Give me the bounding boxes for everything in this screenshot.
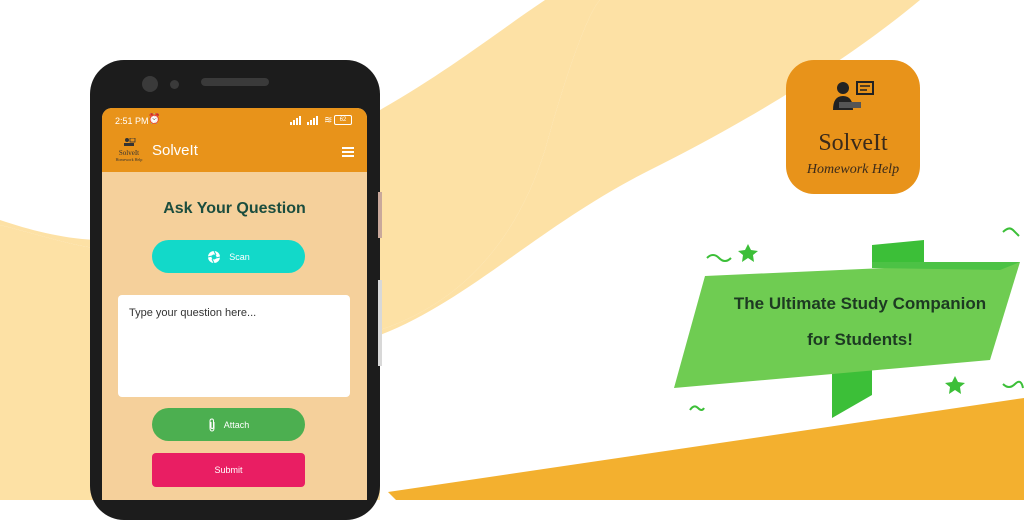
scan-button[interactable]: Scan <box>152 240 305 273</box>
submit-button-label: Submit <box>214 465 243 475</box>
tagline-line-1: The Ultimate Study Companion <box>733 294 987 313</box>
sensor <box>170 80 179 89</box>
tagline-line-2: for Students! <box>807 330 913 349</box>
paperclip-icon <box>209 417 215 432</box>
signal-indicators: ≋ <box>290 115 333 126</box>
app-logo: SolveIt Homework Help <box>114 137 144 168</box>
question-input[interactable]: Type your question here... <box>118 295 350 397</box>
status-time: 2:51 PM <box>115 116 149 126</box>
front-camera <box>142 76 158 92</box>
phone-screen: 2:51 PM ⏰ ≋ 62 SolveIt Homework Help Sol… <box>102 108 367 500</box>
tagline-banner: The Ultimate Study Companion for Student… <box>705 286 1015 358</box>
app-logo-subtitle: Homework Help <box>115 157 143 162</box>
attach-button[interactable]: Attach <box>152 408 305 441</box>
student-laptop-icon <box>833 81 874 110</box>
student-laptop-icon <box>124 137 136 146</box>
power-button <box>378 192 382 238</box>
status-bar: 2:51 PM ⏰ ≋ 62 <box>102 108 367 132</box>
battery-icon: 62 <box>334 115 352 125</box>
app-icon-subtitle: Homework Help <box>806 162 900 177</box>
app-title: SolveIt <box>152 142 198 159</box>
app-store-icon: SolveIt Homework Help <box>786 60 920 194</box>
app-bar: SolveIt Homework Help SolveIt <box>102 132 367 172</box>
hamburger-menu-icon[interactable] <box>342 147 354 159</box>
alarm-clock-icon: ⏰ <box>148 114 161 125</box>
page-title: Ask Your Question <box>163 200 306 217</box>
submit-button[interactable]: Submit <box>152 453 305 487</box>
signal-bars-icon <box>307 116 318 125</box>
signal-bars-icon <box>290 116 301 125</box>
wifi-icon: ≋ <box>324 115 333 126</box>
volume-button <box>378 280 382 366</box>
earpiece-speaker <box>201 78 269 86</box>
app-logo-name: SolveIt <box>118 149 140 157</box>
question-input-placeholder: Type your question here... <box>129 307 257 319</box>
app-icon-name: SolveIt <box>818 130 888 156</box>
attach-button-label: Attach <box>223 419 250 430</box>
scan-button-label: Scan <box>229 251 250 262</box>
camera-shutter-icon <box>208 250 221 263</box>
